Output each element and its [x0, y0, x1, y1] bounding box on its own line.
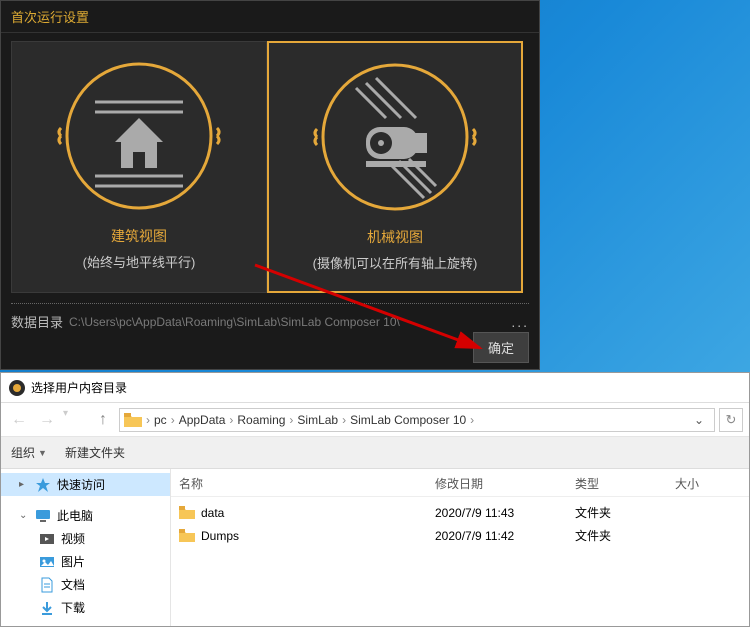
- nav-forward-button[interactable]: →: [35, 408, 59, 432]
- option-architecture[interactable]: 建筑视图 (始终与地平线平行): [11, 41, 267, 293]
- folder-icon: [179, 506, 195, 519]
- file-list: 名称 修改日期 类型 大小 data 2020/7/9 11:43 文件夹 Du…: [171, 469, 749, 626]
- path-value: C:\Users\pc\AppData\Roaming\SimLab\SimLa…: [69, 315, 505, 329]
- file-explorer: 选择用户内容目录 ← → ▾ ↑ ›pc ›AppData ›Roaming ›…: [0, 372, 750, 627]
- pictures-icon: [39, 554, 55, 570]
- col-name: 名称: [179, 475, 435, 492]
- nav-back-button[interactable]: ←: [7, 408, 31, 432]
- path-browse-button[interactable]: ...: [511, 314, 529, 330]
- computer-icon: [35, 508, 51, 524]
- path-label: 数据目录: [11, 312, 63, 331]
- option-subtitle: (摄像机可以在所有轴上旋转): [313, 253, 478, 272]
- sidebar-videos[interactable]: 视频: [1, 527, 170, 550]
- data-path-row: 数据目录 C:\Users\pc\AppData\Roaming\SimLab\…: [1, 304, 539, 335]
- folder-icon: [124, 413, 142, 427]
- mechanical-icon: [311, 53, 479, 221]
- nav-up-button[interactable]: ↑: [91, 408, 115, 432]
- option-title: 机械视图: [367, 227, 423, 247]
- breadcrumb-dropdown[interactable]: ⌄: [688, 413, 710, 427]
- explorer-titlebar: 选择用户内容目录: [1, 373, 749, 403]
- video-icon: [39, 531, 55, 547]
- new-folder-button[interactable]: 新建文件夹: [65, 444, 125, 461]
- app-icon: [9, 380, 25, 396]
- view-options: 建筑视图 (始终与地平线平行): [1, 33, 539, 297]
- sidebar-pictures[interactable]: 图片: [1, 550, 170, 573]
- explorer-title: 选择用户内容目录: [31, 379, 127, 396]
- explorer-sidebar: ▸ 快速访问 ⌄ 此电脑 视频 图片 文档: [1, 469, 171, 626]
- col-size: 大小: [675, 475, 741, 492]
- option-subtitle: (始终与地平线平行): [83, 252, 196, 271]
- documents-icon: [39, 577, 55, 593]
- col-type: 类型: [575, 475, 675, 492]
- refresh-button[interactable]: ↻: [719, 408, 743, 432]
- breadcrumb[interactable]: ›pc ›AppData ›Roaming ›SimLab ›SimLab Co…: [119, 408, 715, 432]
- folder-icon: [179, 529, 195, 542]
- downloads-icon: [39, 600, 55, 616]
- option-mechanical[interactable]: 机械视图 (摄像机可以在所有轴上旋转): [267, 41, 523, 293]
- sidebar-this-pc[interactable]: ⌄ 此电脑: [1, 504, 170, 527]
- first-run-dialog: 首次运行设置 建筑视图 (始终与地平线平行): [0, 0, 540, 370]
- column-headers[interactable]: 名称 修改日期 类型 大小: [171, 469, 749, 497]
- explorer-toolbar: 组织▼ 新建文件夹: [1, 437, 749, 469]
- list-item[interactable]: Dumps 2020/7/9 11:42 文件夹: [179, 524, 741, 547]
- nav-recent-dropdown[interactable]: ▾: [63, 408, 87, 432]
- col-date: 修改日期: [435, 475, 575, 492]
- explorer-nav: ← → ▾ ↑ ›pc ›AppData ›Roaming ›SimLab ›S…: [1, 403, 749, 437]
- star-icon: [35, 477, 51, 493]
- confirm-button[interactable]: 确定: [473, 332, 529, 363]
- option-title: 建筑视图: [111, 226, 167, 246]
- sidebar-documents[interactable]: 文档: [1, 573, 170, 596]
- architecture-icon: [55, 52, 223, 220]
- sidebar-quick-access[interactable]: ▸ 快速访问: [1, 473, 170, 496]
- sidebar-downloads[interactable]: 下载: [1, 596, 170, 619]
- dialog-title: 首次运行设置: [1, 1, 539, 33]
- organize-menu[interactable]: 组织▼: [11, 444, 47, 461]
- list-item[interactable]: data 2020/7/9 11:43 文件夹: [179, 501, 741, 524]
